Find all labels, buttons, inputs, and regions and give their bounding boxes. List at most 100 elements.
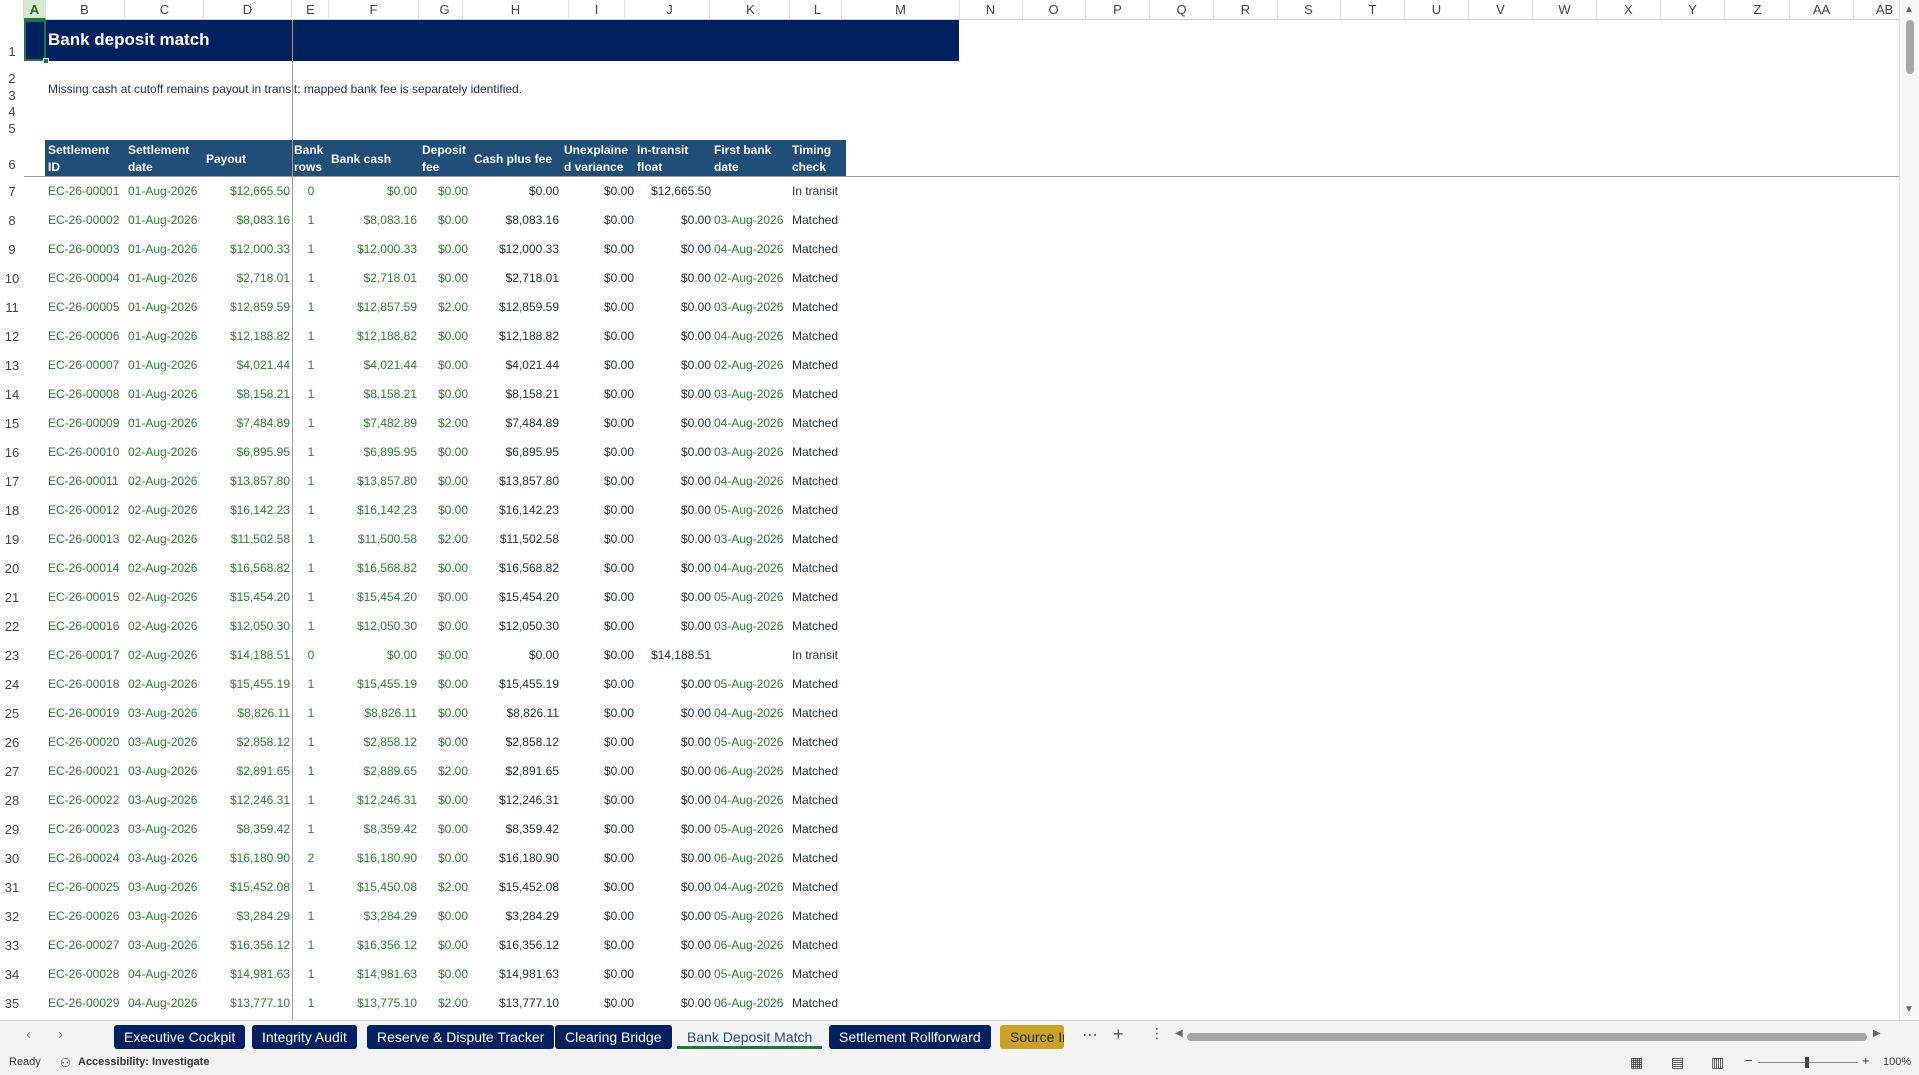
table-cell[interactable]: 01-Aug-2026 <box>128 299 206 315</box>
table-cell[interactable]: $16,180.90 <box>331 850 417 866</box>
sheet-tab[interactable]: Clearing Bridge <box>555 1025 672 1049</box>
table-cell[interactable]: $0.00 <box>420 444 468 460</box>
table-cell[interactable]: $16,180.90 <box>206 850 290 866</box>
table-cell[interactable]: Matched <box>792 734 852 750</box>
table-cell[interactable]: $13,777.10 <box>474 995 559 1011</box>
table-cell[interactable]: 03-Aug-2026 <box>128 821 206 837</box>
column-header-s[interactable]: S <box>1277 0 1341 20</box>
row-header-23[interactable]: 23 <box>0 648 24 664</box>
row-header-25[interactable]: 25 <box>0 706 24 722</box>
column-header-z[interactable]: Z <box>1726 0 1790 20</box>
table-cell[interactable]: $4,021.44 <box>331 357 417 373</box>
table-cell[interactable]: 1 <box>294 299 328 315</box>
row-header-27[interactable]: 27 <box>0 764 24 780</box>
table-cell[interactable]: $12,000.33 <box>474 241 559 257</box>
table-cell[interactable]: $16,142.23 <box>206 502 290 518</box>
table-cell[interactable]: $0.00 <box>562 995 634 1011</box>
table-cell[interactable]: $15,452.08 <box>474 879 559 895</box>
table-cell[interactable]: 06-Aug-2026 <box>714 995 790 1011</box>
column-header-c[interactable]: C <box>126 0 204 20</box>
accessibility-status[interactable]: Accessibility: Investigate <box>78 1056 209 1068</box>
row-header-9[interactable]: 9 <box>0 242 24 258</box>
table-cell[interactable]: $0.00 <box>637 763 711 779</box>
table-cell[interactable]: Matched <box>792 879 852 895</box>
table-cell[interactable]: 1 <box>294 589 328 605</box>
table-cell[interactable]: EC-26-00026 <box>48 908 128 924</box>
table-cell[interactable]: EC-26-00005 <box>48 299 128 315</box>
table-cell[interactable]: 01-Aug-2026 <box>128 386 206 402</box>
table-cell[interactable]: $0.00 <box>474 183 559 199</box>
table-cell[interactable]: 04-Aug-2026 <box>714 473 790 489</box>
row-header-35[interactable]: 35 <box>0 996 24 1012</box>
table-cell[interactable]: 03-Aug-2026 <box>128 734 206 750</box>
table-cell[interactable]: 05-Aug-2026 <box>714 966 790 982</box>
table-cell[interactable]: 1 <box>294 937 328 953</box>
table-cell[interactable]: $0.00 <box>420 270 468 286</box>
table-cell[interactable]: 03-Aug-2026 <box>128 879 206 895</box>
table-cell[interactable]: $8,359.42 <box>331 821 417 837</box>
table-cell[interactable]: $12,859.59 <box>474 299 559 315</box>
table-cell[interactable]: $16,356.12 <box>206 937 290 953</box>
table-cell[interactable]: $0.00 <box>637 734 711 750</box>
table-cell[interactable]: 1 <box>294 705 328 721</box>
table-cell[interactable]: 05-Aug-2026 <box>714 734 790 750</box>
horizontal-scrollbar[interactable]: ◀ ▶ <box>1175 1028 1885 1041</box>
table-cell[interactable]: $0.00 <box>420 473 468 489</box>
table-cell[interactable]: Matched <box>792 444 852 460</box>
table-cell[interactable]: $0.00 <box>562 415 634 431</box>
column-header-v[interactable]: V <box>1469 0 1533 20</box>
fill-handle[interactable] <box>43 58 49 64</box>
table-cell[interactable]: Matched <box>792 821 852 837</box>
table-cell[interactable]: $0.00 <box>637 270 711 286</box>
table-cell[interactable]: 01-Aug-2026 <box>128 328 206 344</box>
table-cell[interactable]: Matched <box>792 995 852 1011</box>
table-cell[interactable]: $15,450.08 <box>331 879 417 895</box>
table-cell[interactable]: $0.00 <box>562 850 634 866</box>
table-cell[interactable]: $12,000.33 <box>206 241 290 257</box>
table-cell[interactable]: $15,455.19 <box>474 676 559 692</box>
table-cell[interactable]: In transit <box>792 647 852 663</box>
table-cell[interactable]: $0.00 <box>562 531 634 547</box>
table-cell[interactable]: $8,359.42 <box>206 821 290 837</box>
table-cell[interactable]: $2,891.65 <box>474 763 559 779</box>
table-cell[interactable]: $2.00 <box>420 995 468 1011</box>
vertical-scroll-thumb[interactable] <box>1906 20 1914 74</box>
table-cell[interactable]: $0.00 <box>420 589 468 605</box>
table-cell[interactable]: $8,826.11 <box>474 705 560 721</box>
table-cell[interactable]: $0.00 <box>637 241 711 257</box>
column-header-a[interactable]: A <box>24 0 46 20</box>
table-cell[interactable]: $0.00 <box>420 676 468 692</box>
table-cell[interactable]: EC-26-00008 <box>48 386 128 402</box>
row-header-5[interactable]: 5 <box>0 121 24 137</box>
table-cell[interactable]: 1 <box>294 995 328 1011</box>
table-cell[interactable]: EC-26-00012 <box>48 502 128 518</box>
row-header-33[interactable]: 33 <box>0 938 24 954</box>
table-cell[interactable]: $15,455.19 <box>331 676 417 692</box>
row-header-24[interactable]: 24 <box>0 677 24 693</box>
row-header-32[interactable]: 32 <box>0 909 24 925</box>
table-cell[interactable]: $7,484.89 <box>474 415 559 431</box>
table-cell[interactable]: $0.00 <box>331 183 417 199</box>
table-cell[interactable]: $12,665.50 <box>637 183 711 199</box>
table-cell[interactable]: 0 <box>294 183 328 199</box>
row-header-13[interactable]: 13 <box>0 358 24 374</box>
table-cell[interactable]: Matched <box>792 937 852 953</box>
sheet-tab[interactable]: Bank Deposit Match <box>677 1025 823 1049</box>
row-header-26[interactable]: 26 <box>0 735 24 751</box>
table-cell[interactable]: $16,142.23 <box>331 502 417 518</box>
plus-icon[interactable]: + <box>1113 1024 1124 1045</box>
table-cell[interactable]: 01-Aug-2026 <box>128 241 206 257</box>
table-cell[interactable]: EC-26-00011 <box>48 473 128 489</box>
table-cell[interactable]: 03-Aug-2026 <box>714 444 790 460</box>
column-header-j[interactable]: J <box>630 0 710 20</box>
scroll-down-arrow-icon[interactable]: ▼ <box>1904 1004 1914 1015</box>
row-header-31[interactable]: 31 <box>0 880 24 896</box>
table-cell[interactable]: $0.00 <box>637 676 711 692</box>
table-cell[interactable]: EC-26-00002 <box>48 212 128 228</box>
table-cell[interactable]: $0.00 <box>637 879 711 895</box>
sheet-tab[interactable]: Source In <box>1000 1025 1064 1049</box>
table-cell[interactable]: $0.00 <box>562 473 634 489</box>
table-cell[interactable]: $0.00 <box>562 937 634 953</box>
table-cell[interactable]: $13,857.80 <box>206 473 290 489</box>
table-cell[interactable]: Matched <box>792 763 852 779</box>
